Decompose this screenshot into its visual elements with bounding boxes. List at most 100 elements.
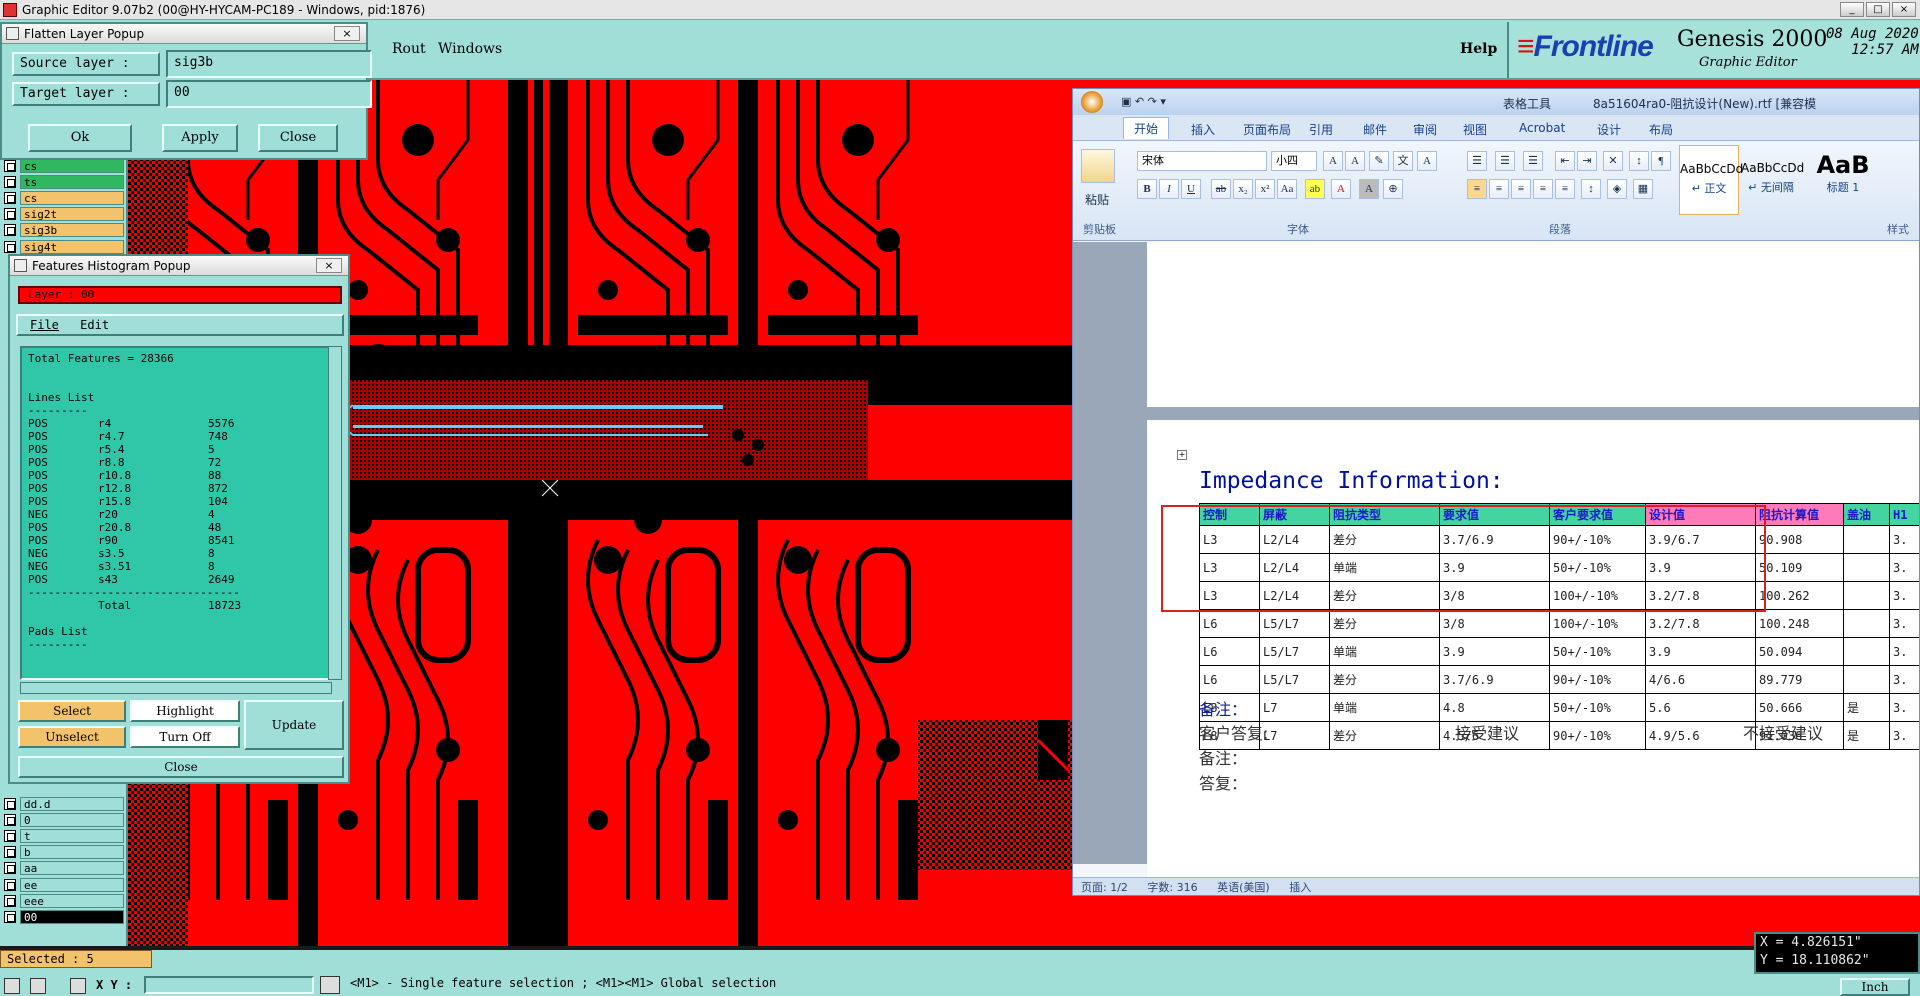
minimize-button[interactable]: _ [1840, 2, 1864, 17]
char-shading-icon[interactable]: A [1359, 179, 1379, 199]
table-cell[interactable]: 4/6.6 [1645, 665, 1756, 694]
table-cell[interactable]: 50+/-10% [1549, 637, 1646, 666]
table-cell[interactable]: L7 [1259, 721, 1330, 750]
ribbon-tab[interactable]: 邮件 [1363, 121, 1387, 138]
superscript-icon[interactable]: x² [1255, 179, 1275, 199]
close-button[interactable]: Close [258, 124, 338, 152]
layer-checkbox[interactable] [4, 191, 16, 204]
table-cell[interactable]: 100.248 [1755, 609, 1844, 638]
style-heading-1[interactable]: AaB 标题 1 [1803, 145, 1883, 215]
ribbon-tab[interactable]: 视图 [1463, 121, 1487, 138]
histogram-line-row[interactable]: POS r8.8 72 [28, 456, 324, 469]
histogram-line-row[interactable]: NEG s3.5 8 [28, 547, 324, 560]
layer-name[interactable]: sig4t [20, 239, 124, 254]
layer-checkbox[interactable] [4, 797, 16, 810]
close-icon[interactable]: × [334, 26, 360, 41]
table-cell[interactable] [1843, 581, 1890, 610]
quick-access-toolbar[interactable]: ▣ ↶ ↷ ▾ [1121, 95, 1166, 108]
histogram-line-row[interactable]: POS r20.8 48 [28, 521, 324, 534]
phonetic-icon[interactable]: 文 [1393, 151, 1413, 171]
histogram-line-row[interactable]: NEG r20 4 [28, 508, 324, 521]
table-cell[interactable]: 3.2/7.8 [1645, 609, 1756, 638]
bullets-icon[interactable]: ☰ [1467, 151, 1487, 171]
table-header-cell[interactable]: 阻抗计算值 [1755, 503, 1844, 526]
horizontal-scrollbar[interactable] [20, 682, 332, 694]
ribbon-tab[interactable]: 插入 [1191, 121, 1215, 138]
source-layer-input[interactable]: sig3b [166, 50, 372, 78]
table-cell[interactable]: 是 [1843, 693, 1890, 722]
table-cell[interactable]: L6 [1199, 609, 1260, 638]
layer-row[interactable]: ts [4, 174, 124, 189]
layer-name[interactable]: sig2t [20, 207, 124, 222]
menu-file[interactable]: File [30, 318, 59, 332]
target-layer-input[interactable]: 00 [166, 80, 372, 108]
enclose-char-icon[interactable]: ⊕ [1383, 179, 1403, 199]
table-cell[interactable]: 90+/-10% [1549, 721, 1646, 750]
underline-icon[interactable]: U [1181, 179, 1201, 199]
word-count[interactable]: 字数: 316 [1147, 881, 1197, 894]
align-left-icon[interactable]: ≡ [1467, 179, 1487, 199]
table-cell[interactable]: 90.908 [1755, 525, 1844, 554]
pointer-icon[interactable] [320, 976, 340, 994]
layer-checkbox[interactable] [4, 894, 16, 907]
table-cell[interactable]: 是 [1843, 721, 1890, 750]
turn-off-button[interactable]: Turn Off [130, 726, 240, 748]
table-cell[interactable]: 单端 [1329, 693, 1440, 722]
pan-icon[interactable] [30, 978, 46, 994]
shading-icon[interactable]: ◈ [1607, 179, 1627, 199]
style-normal[interactable]: AaBbCcDd ↵ 正文 [1679, 145, 1743, 215]
layer-name[interactable]: 00 [20, 909, 124, 924]
layer-row[interactable]: cs [4, 158, 124, 173]
histogram-line-row[interactable]: NEG s3.51 8 [28, 560, 324, 573]
table-cell[interactable]: 3. [1889, 665, 1919, 694]
justify-icon[interactable]: ≡ [1533, 179, 1553, 199]
layer-row[interactable]: b [4, 845, 124, 860]
table-cell[interactable] [1843, 609, 1890, 638]
layer-name[interactable]: 0 [20, 812, 124, 827]
table-header-cell[interactable]: H1 [1889, 503, 1919, 526]
borders-icon[interactable]: ▦ [1633, 179, 1653, 199]
distribute-icon[interactable]: ≡ [1555, 179, 1575, 199]
table-cell[interactable]: L5/L7 [1259, 637, 1330, 666]
table-header-cell[interactable]: 盖油 [1843, 503, 1890, 526]
layer-name[interactable]: eee [20, 893, 124, 908]
histogram-report[interactable]: Total Features = 28366 Lines List -------… [20, 346, 332, 680]
select-button[interactable]: Select [18, 700, 126, 722]
table-cell[interactable]: 差分 [1329, 721, 1440, 750]
table-cell[interactable]: 3. [1889, 553, 1919, 582]
subscript-icon[interactable]: x₂ [1233, 179, 1253, 199]
ribbon-tab[interactable]: 设计 [1597, 121, 1621, 138]
table-cell[interactable]: L5/L7 [1259, 609, 1330, 638]
layer-checkbox[interactable] [4, 208, 16, 221]
multilevel-list-icon[interactable]: ☰ [1523, 151, 1543, 171]
xy-input[interactable] [144, 976, 314, 994]
layer-row[interactable]: sig2t [4, 207, 124, 222]
table-cell[interactable]: 单端 [1329, 637, 1440, 666]
histogram-line-row[interactable]: POS r15.8 104 [28, 495, 324, 508]
increase-indent-icon[interactable]: ⇥ [1577, 151, 1597, 171]
table-cell[interactable]: L6 [1199, 665, 1260, 694]
layer-row[interactable]: cs [4, 190, 124, 205]
table-cell[interactable]: 89.779 [1755, 665, 1844, 694]
layer-name[interactable]: ts [20, 174, 124, 189]
update-button[interactable]: Update [244, 700, 344, 750]
asian-layout-icon[interactable]: ✕ [1603, 151, 1623, 171]
table-cell[interactable] [1843, 665, 1890, 694]
layer-name[interactable]: t [20, 828, 124, 843]
insert-mode[interactable]: 插入 [1289, 881, 1311, 894]
histogram-line-row[interactable]: POS r4.7 748 [28, 430, 324, 443]
layer-checkbox[interactable] [4, 159, 16, 172]
paste-icon[interactable] [1081, 149, 1115, 183]
layer-checkbox[interactable] [4, 175, 16, 188]
layer-checkbox[interactable] [4, 878, 16, 891]
histogram-line-row[interactable]: POS s43 2649 [28, 573, 324, 586]
layer-row[interactable]: sig3b [4, 223, 124, 238]
layer-checkbox[interactable] [4, 813, 16, 826]
layer-name[interactable]: cs [20, 158, 124, 173]
table-cell[interactable]: 差分 [1329, 665, 1440, 694]
ok-button[interactable]: Ok [28, 124, 132, 152]
layer-row[interactable]: sig4t [4, 239, 124, 254]
ribbon-tab[interactable]: 引用 [1309, 121, 1333, 138]
layer-name[interactable]: b [20, 845, 124, 860]
table-cell[interactable]: 差分 [1329, 609, 1440, 638]
